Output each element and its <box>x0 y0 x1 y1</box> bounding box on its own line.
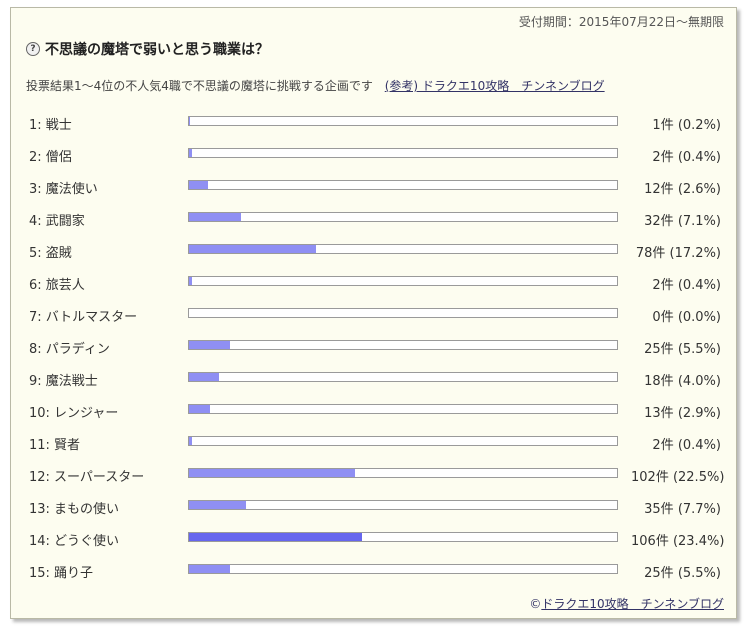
result-bar-fill <box>189 149 192 157</box>
result-row: 4: 武闘家 32件 (7.1%) <box>11 202 736 234</box>
result-row: 15: 踊り子 25件 (5.5%) <box>11 554 736 586</box>
result-count: 2件 (0.4%) <box>652 278 721 293</box>
result-row: 2: 僧侶 2件 (0.4%) <box>11 138 736 170</box>
reference-link[interactable]: (参考) ドラクエ10攻略 チンネンブログ <box>385 79 605 93</box>
result-row: 3: 魔法使い 12件 (2.6%) <box>11 170 736 202</box>
result-bar-track <box>188 468 618 478</box>
result-row: 10: レンジャー 13件 (2.9%) <box>11 394 736 426</box>
result-count: 25件 (5.5%) <box>644 342 721 357</box>
poll-title-row: ? 不思議の魔塔で弱いと思う職業は？ <box>26 39 269 59</box>
result-bar-fill <box>189 373 219 381</box>
result-count: 78件 (17.2%) <box>635 246 721 261</box>
result-count: 102件 (22.5%) <box>631 470 725 485</box>
result-label: 6: 旅芸人 <box>29 278 85 293</box>
result-bar-track <box>188 116 618 126</box>
result-bar-track <box>188 340 618 350</box>
result-bar-fill <box>189 405 211 413</box>
result-row: 1: 戦士 1件 (0.2%) <box>11 106 736 138</box>
result-count: 12件 (2.6%) <box>644 182 721 197</box>
result-bar-fill <box>189 533 362 541</box>
result-label: 7: バトルマスター <box>29 310 138 325</box>
result-count: 106件 (23.4%) <box>631 534 725 549</box>
result-row: 11: 賢者 2件 (0.4%) <box>11 426 736 458</box>
copyright-link[interactable]: ドラクエ10攻略 チンネンブログ <box>541 597 724 611</box>
result-count: 32件 (7.1%) <box>644 214 721 229</box>
result-label: 12: スーパースター <box>29 470 145 485</box>
result-label: 1: 戦士 <box>29 118 72 133</box>
result-label: 10: レンジャー <box>29 406 119 421</box>
result-label: 11: 賢者 <box>29 438 81 453</box>
copyright-symbol: © <box>529 597 542 611</box>
question-icon: ? <box>26 42 40 56</box>
poll-description-row: 投票結果1～4位の不人気4職で不思議の魔塔に挑戦する企画です (参考) ドラクエ… <box>26 77 605 94</box>
result-label: 8: パラディン <box>29 342 110 357</box>
result-label: 9: 魔法戦士 <box>29 374 98 389</box>
result-bar-fill <box>189 437 192 445</box>
result-row: 7: バトルマスター 0件 (0.0%) <box>11 298 736 330</box>
result-bar-track <box>188 276 618 286</box>
result-bar-fill <box>189 181 209 189</box>
result-row: 6: 旅芸人 2件 (0.4%) <box>11 266 736 298</box>
result-bar-fill <box>189 213 242 221</box>
result-count: 13件 (2.9%) <box>644 406 721 421</box>
poll-title: 不思議の魔塔で弱いと思う職業は？ <box>45 42 269 58</box>
result-bar-track <box>188 532 618 542</box>
result-row: 14: どうぐ使い 106件 (23.4%) <box>11 522 736 554</box>
result-label: 15: 踊り子 <box>29 566 94 581</box>
result-count: 35件 (7.7%) <box>644 502 721 517</box>
result-count: 25件 (5.5%) <box>644 566 721 581</box>
copyright: ©ドラクエ10攻略 チンネンブログ <box>529 595 724 612</box>
result-label: 13: まもの使い <box>29 502 120 517</box>
result-bar-track <box>188 500 618 510</box>
result-row: 8: パラディン 25件 (5.5%) <box>11 330 736 362</box>
result-bar-track <box>188 212 618 222</box>
result-bar-fill <box>189 117 191 125</box>
result-label: 2: 僧侶 <box>29 150 72 165</box>
result-bar-fill <box>189 469 356 477</box>
result-bar-track <box>188 180 618 190</box>
result-label: 4: 武闘家 <box>29 214 85 229</box>
result-count: 2件 (0.4%) <box>652 438 721 453</box>
poll-description: 投票結果1～4位の不人気4職で不思議の魔塔に挑戦する企画です <box>26 79 373 93</box>
result-label: 5: 盗賊 <box>29 246 72 261</box>
result-bar-track <box>188 148 618 158</box>
result-label: 14: どうぐ使い <box>29 534 120 549</box>
result-bar-fill <box>189 277 192 285</box>
result-row: 9: 魔法戦士 18件 (4.0%) <box>11 362 736 394</box>
result-count: 0件 (0.0%) <box>652 310 721 325</box>
result-count: 2件 (0.4%) <box>652 150 721 165</box>
result-bar-fill <box>189 565 230 573</box>
poll-period: 受付期間：2015年07月22日～無期限 <box>518 15 724 29</box>
result-row: 13: まもの使い 35件 (7.7%) <box>11 490 736 522</box>
result-bar-fill <box>189 501 246 509</box>
poll-panel: 受付期間：2015年07月22日～無期限 ? 不思議の魔塔で弱いと思う職業は？ … <box>10 7 737 619</box>
result-count: 1件 (0.2%) <box>652 118 721 133</box>
result-count: 18件 (4.0%) <box>644 374 721 389</box>
result-bar-track <box>188 564 618 574</box>
result-bar-track <box>188 244 618 254</box>
result-row: 5: 盗賊 78件 (17.2%) <box>11 234 736 266</box>
result-row: 12: スーパースター 102件 (22.5%) <box>11 458 736 490</box>
result-bar-track <box>188 436 618 446</box>
result-bar-track <box>188 308 618 318</box>
result-bar-fill <box>189 341 230 349</box>
result-bar-fill <box>189 245 316 253</box>
result-bar-track <box>188 404 618 414</box>
result-bar-track <box>188 372 618 382</box>
result-label: 3: 魔法使い <box>29 182 98 197</box>
